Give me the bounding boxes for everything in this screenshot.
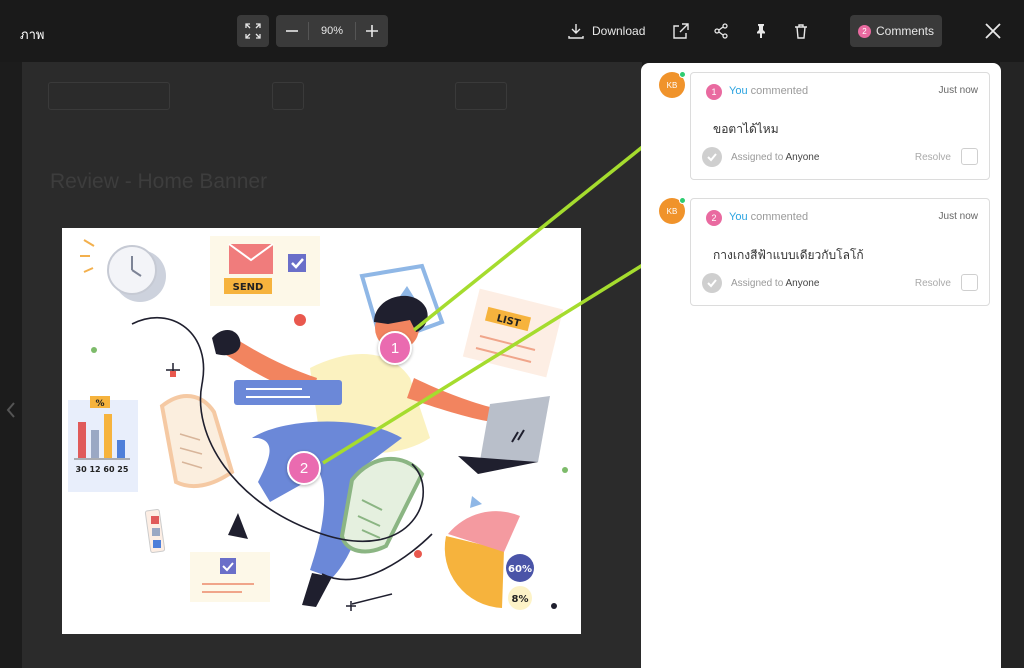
top-bar: ภาพ 90% Download 2 Comments [0, 0, 1024, 62]
avatar: KB [659, 197, 686, 224]
list-card [462, 288, 564, 378]
avatar: KB [659, 71, 686, 98]
comment-text: กางเกงสีฟ้าแบบเดียวกับโลโก้ [713, 248, 864, 262]
resolve-label: Resolve [914, 278, 951, 289]
assignee: Anyone [785, 152, 820, 163]
fit-screen-icon [245, 23, 261, 39]
comment-number-badge: 2 [706, 210, 722, 226]
svg-text:8%: 8% [512, 594, 529, 605]
pin-button[interactable] [750, 20, 772, 42]
comment-number-badge: 1 [706, 84, 722, 100]
svg-text:30 12 60 25: 30 12 60 25 [76, 465, 129, 474]
assignee: Anyone [785, 278, 820, 289]
background-scroll-strip [1000, 62, 1024, 668]
assigned-to: Assigned to Anyone [731, 152, 820, 163]
minus-icon [286, 30, 298, 32]
delete-button[interactable] [790, 20, 812, 42]
svg-text:60%: 60% [508, 564, 532, 575]
comment-card-1[interactable]: 1 You commented Just now ขอตาได้ไหม Assi… [690, 72, 990, 180]
resolve-checkbox[interactable] [961, 148, 978, 165]
comment-time: Just now [938, 211, 978, 222]
background-heading: Review - Home Banner [50, 170, 268, 193]
fit-screen-button[interactable] [237, 15, 269, 47]
resolve-checkbox[interactable] [961, 274, 978, 291]
illustration: SEND LIST % 30 12 60 25 60% 8% [68, 236, 568, 611]
open-external-button[interactable] [670, 20, 692, 42]
annotation-marker-2[interactable]: 2 [287, 451, 321, 485]
resolve-label: Resolve [914, 152, 951, 163]
progress-bar-card [234, 380, 342, 405]
zoom-out-button[interactable] [276, 15, 308, 47]
trash-icon [795, 24, 807, 39]
comment-text: ขอตาได้ไหม [713, 122, 779, 136]
zoom-in-button[interactable] [356, 15, 388, 47]
viewer-title: ภาพ [20, 27, 45, 42]
comment-action: commented [750, 85, 809, 97]
pin-icon [757, 24, 765, 38]
annotation-marker-1[interactable]: 1 [378, 331, 412, 365]
download-label: Download [592, 24, 646, 38]
comments-label: Comments [875, 24, 934, 38]
comment-card-2[interactable]: 2 You commented Just now กางเกงสีฟ้าแบบเ… [690, 198, 990, 306]
external-link-icon [673, 23, 689, 39]
background-button [272, 82, 304, 110]
comments-button[interactable]: 2 Comments [850, 15, 942, 47]
assigned-to: Assigned to Anyone [731, 278, 820, 289]
comment-header: You commented [729, 85, 808, 97]
zoom-control: 90% [276, 15, 388, 47]
share-button[interactable] [710, 20, 732, 42]
online-indicator [679, 71, 686, 78]
envelope-text: SEND [233, 282, 264, 293]
chevron-left-icon [6, 402, 15, 418]
close-icon [985, 23, 1001, 39]
comment-author: You [729, 85, 748, 97]
comments-count-badge: 2 [857, 24, 871, 38]
background-input [48, 82, 170, 110]
assign-check-icon[interactable] [702, 273, 722, 293]
online-indicator [679, 197, 686, 204]
paper-scroll [159, 393, 235, 489]
close-button[interactable] [980, 18, 1006, 44]
background-button [455, 82, 507, 110]
download-button[interactable]: Download [568, 20, 645, 42]
download-icon [568, 24, 584, 39]
zoom-level: 90% [308, 22, 356, 40]
assign-check-icon[interactable] [702, 147, 722, 167]
plus-icon [366, 25, 378, 37]
previous-image-button[interactable] [4, 400, 18, 420]
comment-action: commented [750, 211, 809, 223]
checkbox-icon [288, 254, 306, 272]
comment-author: You [729, 211, 748, 223]
comment-time: Just now [938, 85, 978, 96]
image-canvas[interactable]: SEND LIST % 30 12 60 25 60% 8% [62, 228, 581, 634]
share-icon [714, 23, 728, 39]
comment-header: You commented [729, 211, 808, 223]
svg-text:%: % [95, 399, 104, 409]
